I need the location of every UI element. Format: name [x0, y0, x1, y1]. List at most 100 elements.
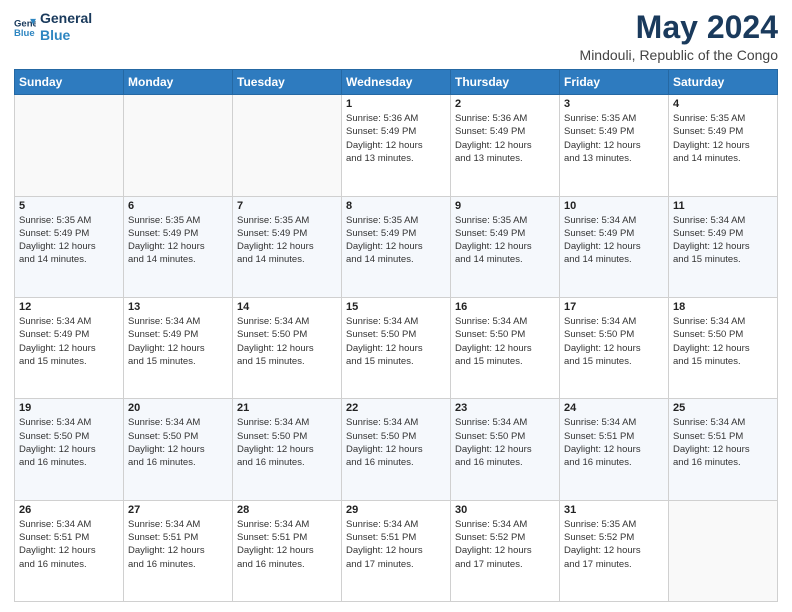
- calendar-cell: 15 Sunrise: 5:34 AMSunset: 5:50 PMDayligh…: [342, 297, 451, 398]
- logo-blue: Blue: [40, 27, 92, 44]
- day-info: Sunrise: 5:34 AMSunset: 5:51 PMDaylight:…: [19, 518, 119, 571]
- day-info: Sunrise: 5:34 AMSunset: 5:49 PMDaylight:…: [128, 315, 228, 368]
- calendar-header-wednesday: Wednesday: [342, 70, 451, 95]
- svg-text:Blue: Blue: [14, 28, 35, 38]
- logo-general: General: [40, 10, 92, 27]
- day-number: 22: [346, 402, 446, 414]
- day-info: Sunrise: 5:34 AMSunset: 5:51 PMDaylight:…: [128, 518, 228, 571]
- day-number: 2: [455, 98, 555, 110]
- calendar-week-row: 1Sunrise: 5:36 AMSunset: 5:49 PMDaylight…: [15, 95, 778, 196]
- calendar-cell: 28 Sunrise: 5:34 AMSunset: 5:51 PMDayligh…: [233, 500, 342, 601]
- day-number: 17: [564, 301, 664, 313]
- day-number: 5: [19, 200, 119, 212]
- day-number: 7: [237, 200, 337, 212]
- day-number: 6: [128, 200, 228, 212]
- calendar-cell: 4 Sunrise: 5:35 AMSunset: 5:49 PMDaylight…: [669, 95, 778, 196]
- calendar-cell: 21 Sunrise: 5:34 AMSunset: 5:50 PMDayligh…: [233, 399, 342, 500]
- calendar-cell: 5 Sunrise: 5:35 AMSunset: 5:49 PMDaylight…: [15, 196, 124, 297]
- day-number: 8: [346, 200, 446, 212]
- day-number: 28: [237, 504, 337, 516]
- calendar-cell: 19Sunrise: 5:34 AMSunset: 5:50 PMDayligh…: [15, 399, 124, 500]
- calendar-cell: [669, 500, 778, 601]
- day-number: 30: [455, 504, 555, 516]
- day-number: 21: [237, 402, 337, 414]
- calendar-cell: 12Sunrise: 5:34 AMSunset: 5:49 PMDayligh…: [15, 297, 124, 398]
- calendar-cell: 8Sunrise: 5:35 AMSunset: 5:49 PMDaylight…: [342, 196, 451, 297]
- day-number: 20: [128, 402, 228, 414]
- day-info: Sunrise: 5:34 AMSunset: 5:50 PMDaylight:…: [346, 315, 446, 368]
- calendar-cell: 9 Sunrise: 5:35 AMSunset: 5:49 PMDaylight…: [451, 196, 560, 297]
- calendar-cell: 17 Sunrise: 5:34 AMSunset: 5:50 PMDayligh…: [560, 297, 669, 398]
- calendar-cell: 16Sunrise: 5:34 AMSunset: 5:50 PMDayligh…: [451, 297, 560, 398]
- calendar-cell: 6 Sunrise: 5:35 AMSunset: 5:49 PMDaylight…: [124, 196, 233, 297]
- day-info: Sunrise: 5:35 AMSunset: 5:49 PMDaylight:…: [128, 214, 228, 267]
- calendar-week-row: 26 Sunrise: 5:34 AMSunset: 5:51 PMDayligh…: [15, 500, 778, 601]
- page: General Blue General Blue May 2024 Mindo…: [0, 0, 792, 612]
- calendar-cell: 2 Sunrise: 5:36 AMSunset: 5:49 PMDaylight…: [451, 95, 560, 196]
- day-info: Sunrise: 5:34 AMSunset: 5:51 PMDaylight:…: [237, 518, 337, 571]
- calendar-week-row: 12Sunrise: 5:34 AMSunset: 5:49 PMDayligh…: [15, 297, 778, 398]
- day-number: 18: [673, 301, 773, 313]
- day-number: 15: [346, 301, 446, 313]
- day-info: Sunrise: 5:36 AMSunset: 5:49 PMDaylight:…: [346, 112, 446, 165]
- calendar-cell: 27Sunrise: 5:34 AMSunset: 5:51 PMDayligh…: [124, 500, 233, 601]
- day-number: 3: [564, 98, 664, 110]
- day-info: Sunrise: 5:34 AMSunset: 5:49 PMDaylight:…: [19, 315, 119, 368]
- day-info: Sunrise: 5:34 AMSunset: 5:50 PMDaylight:…: [128, 416, 228, 469]
- calendar-cell: 3 Sunrise: 5:35 AMSunset: 5:49 PMDaylight…: [560, 95, 669, 196]
- calendar-cell: 24 Sunrise: 5:34 AMSunset: 5:51 PMDayligh…: [560, 399, 669, 500]
- day-info: Sunrise: 5:35 AMSunset: 5:49 PMDaylight:…: [564, 112, 664, 165]
- calendar-cell: 30Sunrise: 5:34 AMSunset: 5:52 PMDayligh…: [451, 500, 560, 601]
- day-number: 19: [19, 402, 119, 414]
- calendar-week-row: 5 Sunrise: 5:35 AMSunset: 5:49 PMDaylight…: [15, 196, 778, 297]
- calendar-cell: 14Sunrise: 5:34 AMSunset: 5:50 PMDayligh…: [233, 297, 342, 398]
- day-info: Sunrise: 5:35 AMSunset: 5:49 PMDaylight:…: [237, 214, 337, 267]
- calendar-cell: 23 Sunrise: 5:34 AMSunset: 5:50 PMDayligh…: [451, 399, 560, 500]
- calendar-cell: 18Sunrise: 5:34 AMSunset: 5:50 PMDayligh…: [669, 297, 778, 398]
- title-block: May 2024 Mindouli, Republic of the Congo: [580, 10, 778, 63]
- calendar-header-friday: Friday: [560, 70, 669, 95]
- day-number: 9: [455, 200, 555, 212]
- day-info: Sunrise: 5:34 AMSunset: 5:51 PMDaylight:…: [564, 416, 664, 469]
- logo: General Blue General Blue: [14, 10, 92, 44]
- day-info: Sunrise: 5:35 AMSunset: 5:49 PMDaylight:…: [19, 214, 119, 267]
- calendar-cell: 13Sunrise: 5:34 AMSunset: 5:49 PMDayligh…: [124, 297, 233, 398]
- calendar-cell: 1Sunrise: 5:36 AMSunset: 5:49 PMDaylight…: [342, 95, 451, 196]
- day-number: 29: [346, 504, 446, 516]
- calendar-cell: [233, 95, 342, 196]
- day-info: Sunrise: 5:34 AMSunset: 5:51 PMDaylight:…: [346, 518, 446, 571]
- day-info: Sunrise: 5:35 AMSunset: 5:49 PMDaylight:…: [673, 112, 773, 165]
- calendar-cell: 10Sunrise: 5:34 AMSunset: 5:49 PMDayligh…: [560, 196, 669, 297]
- day-number: 24: [564, 402, 664, 414]
- day-info: Sunrise: 5:34 AMSunset: 5:49 PMDaylight:…: [564, 214, 664, 267]
- calendar-header-thursday: Thursday: [451, 70, 560, 95]
- calendar-cell: 26 Sunrise: 5:34 AMSunset: 5:51 PMDayligh…: [15, 500, 124, 601]
- calendar-header-row: SundayMondayTuesdayWednesdayThursdayFrid…: [15, 70, 778, 95]
- day-info: Sunrise: 5:34 AMSunset: 5:50 PMDaylight:…: [455, 416, 555, 469]
- day-info: Sunrise: 5:35 AMSunset: 5:49 PMDaylight:…: [455, 214, 555, 267]
- calendar-cell: 29 Sunrise: 5:34 AMSunset: 5:51 PMDayligh…: [342, 500, 451, 601]
- day-info: Sunrise: 5:35 AMSunset: 5:52 PMDaylight:…: [564, 518, 664, 571]
- calendar-week-row: 19 Sunrise: 5:34 AMSunset: 5:50 PMDayligh…: [15, 399, 778, 500]
- day-number: 31: [564, 504, 664, 516]
- calendar-header-monday: Monday: [124, 70, 233, 95]
- day-info: Sunrise: 5:36 AMSunset: 5:49 PMDaylight:…: [455, 112, 555, 165]
- calendar-cell: [15, 95, 124, 196]
- day-number: 26: [19, 504, 119, 516]
- day-number: 4: [673, 98, 773, 110]
- day-number: 11: [673, 200, 773, 212]
- day-info: Sunrise: 5:34 AMSunset: 5:50 PMDaylight:…: [237, 315, 337, 368]
- day-number: 23: [455, 402, 555, 414]
- day-info: Sunrise: 5:34 AMSunset: 5:51 PMDaylight:…: [673, 416, 773, 469]
- calendar-cell: 31 Sunrise: 5:35 AMSunset: 5:52 PMDayligh…: [560, 500, 669, 601]
- calendar-cell: 11 Sunrise: 5:34 AMSunset: 5:49 PMDayligh…: [669, 196, 778, 297]
- logo-icon: General Blue: [14, 16, 36, 38]
- day-info: Sunrise: 5:34 AMSunset: 5:50 PMDaylight:…: [564, 315, 664, 368]
- calendar-cell: 20 Sunrise: 5:34 AMSunset: 5:50 PMDayligh…: [124, 399, 233, 500]
- calendar-cell: [124, 95, 233, 196]
- day-info: Sunrise: 5:34 AMSunset: 5:49 PMDaylight:…: [673, 214, 773, 267]
- calendar-cell: 25Sunrise: 5:34 AMSunset: 5:51 PMDayligh…: [669, 399, 778, 500]
- day-info: Sunrise: 5:34 AMSunset: 5:50 PMDaylight:…: [237, 416, 337, 469]
- calendar-header-sunday: Sunday: [15, 70, 124, 95]
- calendar-table: SundayMondayTuesdayWednesdayThursdayFrid…: [14, 69, 778, 602]
